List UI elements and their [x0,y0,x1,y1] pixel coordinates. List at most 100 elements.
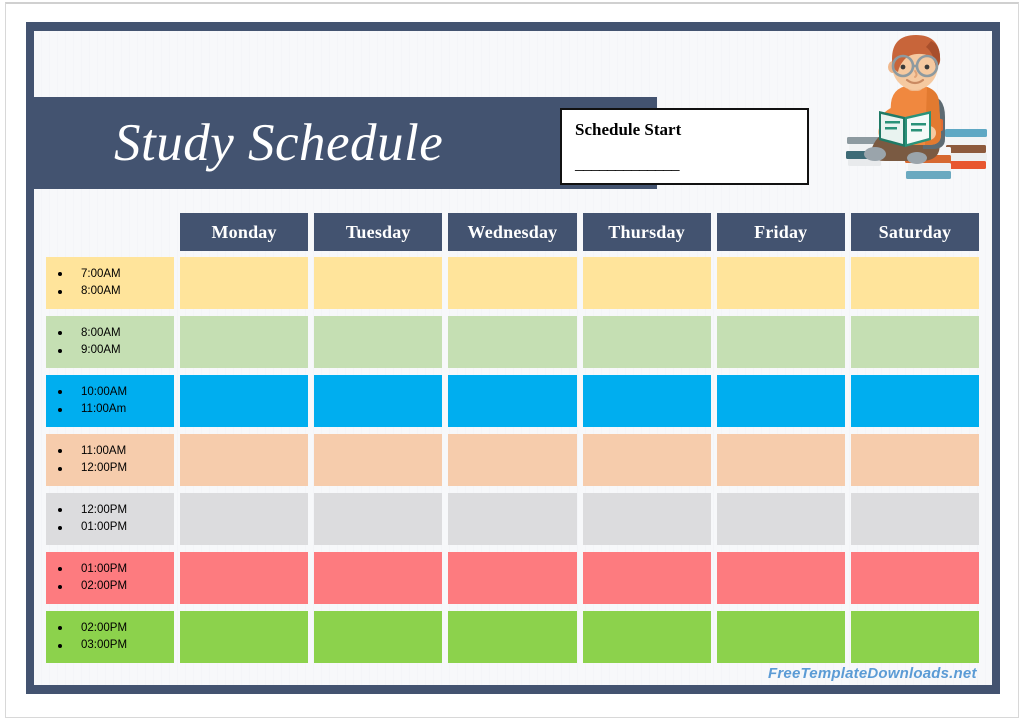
bullet-icon [58,643,62,648]
day-header-tuesday: Tuesday [314,213,443,251]
schedule-entry-cell-monday[interactable] [180,316,309,368]
schedule-entry-cell-wednesday[interactable] [448,375,577,427]
time-label: 8:00AM [81,285,121,297]
schedule-entry-cell-friday[interactable] [716,375,845,427]
time-slot-end: 03:00PM [58,637,174,654]
schedule-entry-cell-friday[interactable] [716,434,845,486]
schedule-entry-cell-wednesday[interactable] [448,552,577,604]
time-label: 01:00PM [81,562,128,575]
schedule-entry-cell-friday[interactable] [716,257,845,309]
time-slot-cell: 01:00PM 02:00PM [46,552,174,604]
table-row: 02:00PM 03:00PM [46,611,980,663]
schedule-entry-cell-tuesday[interactable] [314,375,443,427]
time-slot-start: 12:00PM [58,502,174,519]
time-label: 8:00AM [81,326,121,339]
schedule-entry-cell-thursday[interactable] [582,611,711,663]
time-label: 9:00AM [81,344,121,356]
schedule-entry-cell-saturday[interactable] [850,316,980,368]
time-label: 02:00PM [81,621,128,634]
schedule-start-box[interactable]: Schedule Start _____________ [560,108,809,185]
schedule-entry-cell-thursday[interactable] [582,552,711,604]
time-column-header [46,213,174,251]
time-label: 12:00PM [81,503,128,516]
schedule-entry-cell-wednesday[interactable] [448,434,577,486]
schedule-entry-cell-tuesday[interactable] [314,257,443,309]
schedule-entry-cell-wednesday[interactable] [448,257,577,309]
schedule-entry-cell-wednesday[interactable] [448,316,577,368]
schedule-entry-cell-tuesday[interactable] [314,552,443,604]
student-reading-book-icon [845,33,993,193]
schedule-entry-cell-wednesday[interactable] [448,493,577,545]
time-label: 7:00AM [81,267,121,280]
bullet-icon [58,289,62,294]
row-spacer [46,486,979,493]
schedule-entry-cell-saturday[interactable] [850,257,980,309]
watermark: FreeTemplateDownloads.net [768,665,977,682]
schedule-page: Study Schedule Schedule Start __________… [0,0,1024,723]
schedule-entry-cell-tuesday[interactable] [314,611,443,663]
table-row: 7:00AM 8:00AM [46,257,980,309]
row-spacer [46,545,979,552]
time-label: 12:00PM [81,462,128,474]
bullet-icon [58,449,62,454]
time-label: 03:00PM [81,639,128,651]
time-slot-start: 7:00AM [58,266,174,283]
schedule-entry-cell-friday[interactable] [716,611,845,663]
time-slot-cell: 12:00PM 01:00PM [46,493,174,545]
schedule-grid: Monday Tuesday Wednesday Thursday Friday… [46,213,980,663]
schedule-entry-cell-monday[interactable] [180,257,309,309]
time-slot-cell: 7:00AM 8:00AM [46,257,174,309]
time-label: 11:00Am [81,403,127,415]
grid-header-row: Monday Tuesday Wednesday Thursday Friday… [46,213,980,251]
schedule-entry-cell-saturday[interactable] [850,493,980,545]
time-slot-end: 01:00PM [58,519,174,536]
bullet-icon [58,508,62,513]
schedule-entry-cell-monday[interactable] [180,611,309,663]
day-header-thursday: Thursday [582,213,711,251]
schedule-entry-cell-saturday[interactable] [850,611,980,663]
schedule-entry-cell-thursday[interactable] [582,375,711,427]
schedule-start-input-line[interactable]: _____________ [575,154,807,174]
row-spacer [46,604,979,611]
schedule-entry-cell-thursday[interactable] [582,316,711,368]
schedule-start-label: Schedule Start [575,120,682,139]
time-label: 01:00PM [81,521,128,533]
schedule-entry-cell-monday[interactable] [180,552,309,604]
schedule-entry-cell-friday[interactable] [716,316,845,368]
time-slot-cell: 10:00AM 11:00Am [46,375,174,427]
schedule-entry-cell-monday[interactable] [180,493,309,545]
page-title: Study Schedule [114,114,444,172]
day-header-friday: Friday [716,213,845,251]
row-spacer [46,368,979,375]
bullet-icon [58,390,62,395]
time-slot-start: 01:00PM [58,561,174,578]
schedule-entry-cell-friday[interactable] [716,552,845,604]
schedule-entry-cell-saturday[interactable] [850,375,980,427]
schedule-entry-cell-monday[interactable] [180,375,309,427]
schedule-entry-cell-monday[interactable] [180,434,309,486]
schedule-entry-cell-wednesday[interactable] [448,611,577,663]
time-slot-cell: 02:00PM 03:00PM [46,611,174,663]
schedule-entry-cell-friday[interactable] [716,493,845,545]
bullet-icon [58,466,62,471]
bullet-icon [58,331,62,336]
day-header-wednesday: Wednesday [448,213,577,251]
time-label: 11:00AM [81,444,127,457]
time-slot-start: 8:00AM [58,325,174,342]
time-slot-end: 8:00AM [58,283,174,300]
schedule-entry-cell-thursday[interactable] [582,493,711,545]
bullet-icon [58,525,62,530]
time-slot-end: 02:00PM [58,578,174,595]
schedule-entry-cell-saturday[interactable] [850,434,980,486]
time-label: 10:00AM [81,385,128,398]
time-label: 02:00PM [81,580,128,592]
schedule-entry-cell-tuesday[interactable] [314,316,443,368]
schedule-entry-cell-tuesday[interactable] [314,434,443,486]
schedule-entry-cell-thursday[interactable] [582,257,711,309]
schedule-entry-cell-tuesday[interactable] [314,493,443,545]
time-slot-end: 9:00AM [58,342,174,359]
schedule-entry-cell-saturday[interactable] [850,552,980,604]
table-row: 10:00AM 11:00Am [46,375,980,427]
grid-body: 7:00AM 8:00AM 8:00AM 9:00AM 10:00AM 11:00Am 11… [46,257,980,663]
schedule-entry-cell-thursday[interactable] [582,434,711,486]
